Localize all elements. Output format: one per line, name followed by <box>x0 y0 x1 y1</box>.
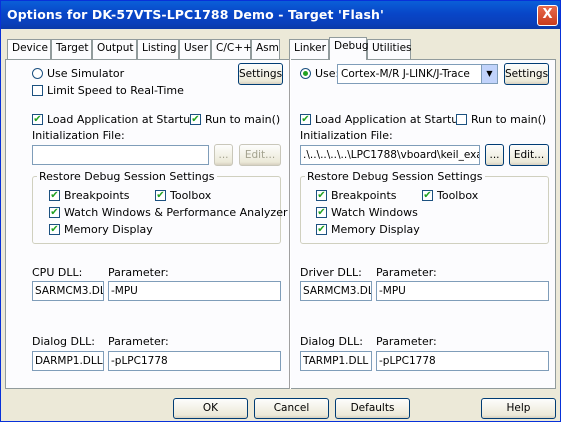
left-init-file-input[interactable] <box>32 145 209 165</box>
left-init-file-label: Initialization File: <box>32 129 125 142</box>
right-edit-button[interactable]: Edit... <box>509 144 549 166</box>
right-restore-title: Restore Debug Session Settings <box>305 170 485 183</box>
left-breakpoints-label: Breakpoints <box>64 189 130 202</box>
left-load-app-label: Load Application at Startup <box>47 113 198 126</box>
tab-listing[interactable]: Listing <box>137 39 179 59</box>
limit-speed-checkbox[interactable] <box>32 85 43 96</box>
left-watch-label: Watch Windows & Performance Analyzer <box>64 206 288 219</box>
close-button[interactable]: X <box>537 5 558 26</box>
use-debugger-label: Use: <box>315 67 340 80</box>
cpu-dll-input[interactable]: SARMCM3.DLL <box>32 281 104 301</box>
simulator-settings-button[interactable]: Settings <box>238 63 283 85</box>
right-init-file-input[interactable]: .\..\..\..\..\LPC1788\vboard\keil_examp <box>300 145 480 165</box>
defaults-button[interactable]: Defaults <box>335 398 410 419</box>
right-browse-button[interactable]: ... <box>485 144 504 166</box>
panel-divider <box>289 59 291 389</box>
right-toolbox-label: Toolbox <box>437 189 479 202</box>
help-button[interactable]: Help <box>481 398 556 419</box>
right-watch-label: Watch Windows <box>331 206 418 219</box>
right-init-file-label: Initialization File: <box>300 129 393 142</box>
tab-utilities[interactable]: Utilities <box>367 39 412 59</box>
target-dialog-param-label: Parameter: <box>376 335 437 348</box>
left-run-to-main-label: Run to main() <box>205 113 281 126</box>
dialog-param-input[interactable]: -pLPC1778 <box>108 351 281 371</box>
right-run-to-main-label: Run to main() <box>471 113 547 126</box>
tab-output[interactable]: Output <box>92 39 137 59</box>
target-dialog-dll-input[interactable]: TARMP1.DLL <box>300 351 372 371</box>
tab-cc[interactable]: C/C++ <box>211 39 252 59</box>
ok-button[interactable]: OK <box>173 398 248 419</box>
driver-dll-label: Driver DLL: <box>300 266 362 279</box>
right-run-to-main-checkbox[interactable] <box>456 114 467 125</box>
driver-dll-input[interactable]: SARMCM3.DLL <box>300 281 372 301</box>
debugger-select-value: Cortex-M/R J-LINK/J-Trace <box>341 68 470 80</box>
dialog-dll-label: Dialog DLL: <box>32 335 95 348</box>
left-memory-checkbox[interactable]: ✔ <box>49 224 60 235</box>
driver-param-label: Parameter: <box>376 266 437 279</box>
right-load-app-checkbox[interactable]: ✔ <box>300 114 311 125</box>
right-breakpoints-label: Breakpoints <box>331 189 397 202</box>
right-breakpoints-checkbox[interactable]: ✔ <box>316 190 327 201</box>
tab-debug[interactable]: Debug <box>329 37 369 60</box>
use-simulator-radio[interactable] <box>32 68 43 79</box>
options-dialog: Options for DK-57VTS-LPC1788 Demo - Targ… <box>0 0 561 422</box>
limit-speed-label: Limit Speed to Real-Time <box>47 84 184 97</box>
left-load-app-checkbox[interactable]: ✔ <box>32 114 43 125</box>
use-debugger-radio[interactable] <box>300 68 311 79</box>
debugger-select[interactable]: Cortex-M/R J-LINK/J-Trace ▼ <box>337 64 498 84</box>
cpu-dll-label: CPU DLL: <box>32 266 83 279</box>
right-memory-label: Memory Display <box>331 223 420 236</box>
left-watch-checkbox[interactable]: ✔ <box>49 207 60 218</box>
window-title: Options for DK-57VTS-LPC1788 Demo - Targ… <box>7 7 384 22</box>
dialog-param-label: Parameter: <box>108 335 169 348</box>
left-toolbox-checkbox[interactable]: ✔ <box>155 190 166 201</box>
tab-user[interactable]: User <box>179 39 211 59</box>
target-dialog-param-input[interactable]: -pLPC1778 <box>376 351 549 371</box>
left-edit-button[interactable]: Edit... <box>239 144 281 166</box>
chevron-down-icon[interactable]: ▼ <box>481 65 497 83</box>
debugger-settings-button[interactable]: Settings <box>504 63 549 85</box>
cancel-button[interactable]: Cancel <box>254 398 329 419</box>
left-browse-button[interactable]: ... <box>214 144 233 166</box>
tab-asm[interactable]: Asm <box>251 39 280 59</box>
driver-param-input[interactable]: -MPU <box>376 281 549 301</box>
left-breakpoints-checkbox[interactable]: ✔ <box>49 190 60 201</box>
cpu-param-label: Parameter: <box>108 266 169 279</box>
left-toolbox-label: Toolbox <box>170 189 212 202</box>
target-dialog-dll-label: Dialog DLL: <box>300 335 363 348</box>
right-watch-checkbox[interactable]: ✔ <box>316 207 327 218</box>
tab-device[interactable]: Device <box>7 39 51 59</box>
dialog-dll-input[interactable]: DARMP1.DLL <box>32 351 104 371</box>
right-load-app-label: Load Application at Startup <box>315 113 466 126</box>
tab-target[interactable]: Target <box>51 39 92 59</box>
left-memory-label: Memory Display <box>64 223 153 236</box>
left-run-to-main-checkbox[interactable]: ✔ <box>190 114 201 125</box>
cpu-param-input[interactable]: -MPU <box>108 281 281 301</box>
left-restore-title: Restore Debug Session Settings <box>37 170 217 183</box>
right-memory-checkbox[interactable]: ✔ <box>316 224 327 235</box>
title-bar[interactable]: Options for DK-57VTS-LPC1788 Demo - Targ… <box>1 1 560 29</box>
tab-linker[interactable]: Linker <box>289 39 329 59</box>
close-icon: X <box>542 7 553 22</box>
right-toolbox-checkbox[interactable]: ✔ <box>422 190 433 201</box>
use-simulator-label: Use Simulator <box>47 67 125 80</box>
